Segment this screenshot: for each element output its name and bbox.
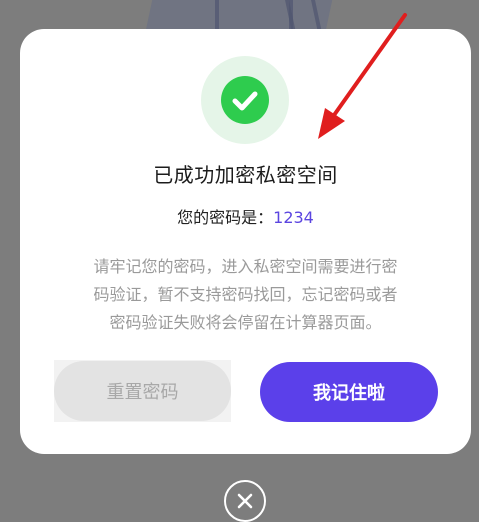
check-icon — [232, 91, 258, 111]
success-icon-halo — [201, 56, 289, 144]
password-notice: 请牢记您的密码，进入私密空间需要进行密 码验证，暂不支持密码找回，忘记密码或者 … — [50, 253, 441, 337]
notice-line: 请牢记您的密码，进入私密空间需要进行密 — [93, 257, 398, 276]
close-icon — [237, 493, 253, 509]
reset-button-highlight: 重置密码 — [54, 360, 231, 422]
dialog-title: 已成功加密私密空间 — [153, 163, 338, 187]
close-button[interactable] — [224, 480, 266, 522]
confirm-button[interactable]: 我记住啦 — [260, 362, 438, 422]
success-check-icon — [221, 76, 269, 124]
password-value: 1234 — [273, 208, 314, 227]
notice-line: 码验证，暂不支持密码找回，忘记密码或者 — [93, 285, 398, 304]
password-label: 您的密码是： — [177, 208, 274, 227]
encryption-success-dialog: 已成功加密私密空间 您的密码是：1234 请牢记您的密码，进入私密空间需要进行密… — [20, 29, 471, 454]
reset-password-button[interactable]: 重置密码 — [54, 361, 231, 421]
password-line: 您的密码是：1234 — [20, 204, 471, 228]
notice-line: 密码验证失败将会停留在计算器页面。 — [109, 313, 382, 332]
